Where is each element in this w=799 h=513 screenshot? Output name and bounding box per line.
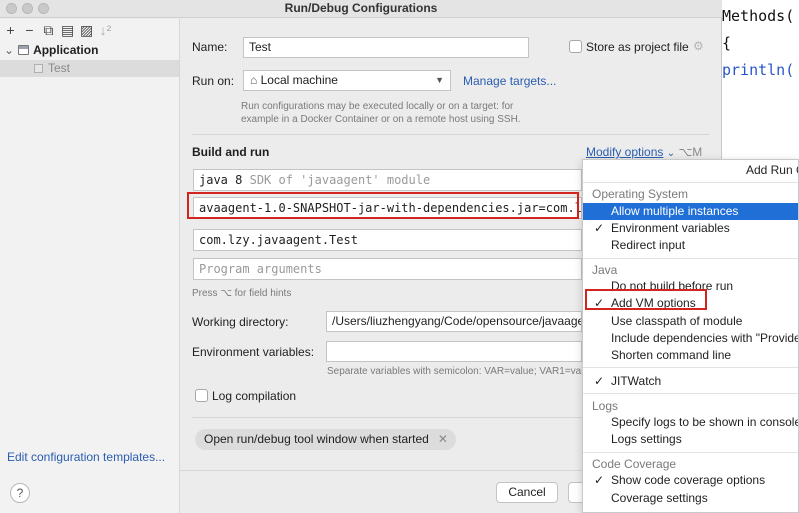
code-line: Methods( — [722, 7, 795, 25]
edit-configuration-templates-link[interactable]: Edit configuration templates... — [7, 450, 165, 464]
main-class-field[interactable]: com.lzy.javaagent.Test — [193, 229, 582, 251]
close-icon[interactable]: ✕ — [438, 432, 448, 446]
menu-item-label: Shorten command line — [611, 348, 732, 362]
menu-item-label: Include dependencies with "Provide — [611, 331, 799, 345]
copy-icon[interactable]: ⧉ — [42, 23, 55, 37]
menu-item-label: Show code coverage options — [611, 473, 766, 487]
log-compilation-label: Log compilation — [212, 389, 297, 403]
divider — [583, 367, 798, 368]
check-icon: ✓ — [594, 473, 605, 487]
environment-variables-field[interactable] — [326, 341, 582, 362]
name-label: Name: — [192, 40, 228, 54]
modify-options-shortcut: ⌥M — [678, 145, 703, 159]
menu-item-show-coverage-options[interactable]: ✓ Show code coverage options — [583, 472, 798, 489]
environment-variables-hint: Separate variables with semicolon: VAR=v… — [327, 366, 582, 377]
sidebar-toolbar: + − ⧉ ▤ ▨ ↓² — [0, 19, 179, 41]
chevron-down-icon[interactable]: ⌄ — [4, 43, 14, 57]
menu-item-label: Specify logs to be shown in console — [611, 415, 799, 429]
move-to-folder-icon[interactable]: ▨ — [80, 23, 93, 37]
working-directory-field[interactable]: /Users/liuzhengyang/Code/opensource/java… — [326, 311, 582, 332]
group-operating-system: Operating System — [592, 187, 689, 201]
menu-item-redirect-input[interactable]: Redirect input — [583, 237, 798, 254]
divider — [583, 182, 798, 183]
save-icon[interactable]: ▤ — [61, 23, 74, 37]
working-directory-label: Working directory: — [192, 315, 289, 329]
open-tool-window-option-chip[interactable]: Open run/debug tool window when started ✕ — [195, 429, 456, 450]
store-as-project-file-checkbox[interactable] — [569, 40, 582, 53]
divider — [192, 417, 582, 418]
jdk-value: java 8 — [199, 173, 243, 187]
divider — [583, 452, 798, 453]
run-on-hint: Run configurations may be executed local… — [241, 101, 521, 125]
group-logs: Logs — [592, 399, 619, 413]
window-title: Run/Debug Configurations — [284, 1, 438, 15]
help-button[interactable]: ? — [10, 483, 30, 503]
menu-item-shorten-command-line[interactable]: Shorten command line — [583, 347, 798, 364]
tree-group-application[interactable]: ⌄ Application — [4, 42, 98, 59]
check-icon: ✓ — [594, 221, 605, 235]
tree-group-label: Application — [33, 43, 99, 57]
jdk-selector[interactable]: java 8 SDK of 'javaagent' module — [193, 169, 582, 191]
menu-item-specify-logs[interactable]: Specify logs to be shown in console — [583, 414, 799, 431]
modify-options-link[interactable]: Modify options ⌄ ⌥M — [586, 145, 702, 159]
field-hints-text: Press ⌥ for field hints — [192, 288, 292, 299]
menu-item-label: Use classpath of module — [611, 314, 743, 328]
add-run-options-popup: Add Run Opti Operating System Allow mult… — [582, 159, 799, 513]
divider — [583, 258, 798, 259]
divider — [583, 393, 798, 394]
jdk-hint: SDK of 'javaagent' module — [249, 173, 431, 187]
menu-item-label: Coverage settings — [611, 491, 708, 505]
application-icon — [18, 45, 30, 55]
run-on-dropdown[interactable]: ⌂ Local machine ▼ — [243, 70, 451, 91]
code-line: { — [722, 34, 732, 52]
divider — [192, 134, 709, 135]
chevron-down-icon: ⌄ — [666, 148, 676, 159]
configuration-icon — [34, 64, 43, 73]
menu-item-include-dependencies[interactable]: Include dependencies with "Provide — [583, 330, 799, 347]
menu-item-jitwatch[interactable]: ✓ JITWatch — [583, 373, 798, 390]
menu-item-logs-settings[interactable]: Logs settings — [583, 431, 798, 448]
add-icon[interactable]: + — [4, 23, 17, 37]
menu-item-label: Environment variables — [611, 221, 730, 235]
name-field[interactable]: Test — [243, 37, 529, 58]
code-line: println( — [722, 61, 795, 79]
chip-label: Open run/debug tool window when started — [204, 432, 429, 446]
menu-item-label: Allow multiple instances — [611, 204, 739, 218]
menu-item-use-classpath[interactable]: Use classpath of module — [583, 313, 798, 330]
program-arguments-field[interactable]: Program arguments — [193, 258, 582, 280]
run-on-label: Run on: — [192, 74, 235, 88]
environment-variables-label: Environment variables: — [192, 345, 315, 359]
modify-options-label: Modify options — [586, 145, 664, 159]
add-vm-options-highlight — [585, 289, 707, 310]
title-bar: Run/Debug Configurations — [0, 0, 722, 18]
run-on-value: Local machine — [260, 73, 338, 87]
menu-item-label: JITWatch — [611, 374, 662, 388]
group-java: Java — [592, 263, 618, 277]
menu-item-allow-multiple-instances[interactable]: Allow multiple instances — [583, 203, 798, 220]
configurations-sidebar: + − ⧉ ▤ ▨ ↓² ⌄ Application Test Edit conf… — [0, 19, 180, 513]
program-arguments-placeholder: Program arguments — [199, 262, 322, 276]
dropdown-arrow-icon: ▼ — [435, 75, 444, 85]
sort-icon[interactable]: ↓² — [99, 23, 112, 37]
build-and-run-heading: Build and run — [192, 145, 270, 159]
gear-icon[interactable]: ⚙ — [693, 39, 704, 53]
menu-item-coverage-settings[interactable]: Coverage settings — [583, 490, 798, 507]
popup-title: Add Run Opti — [745, 163, 798, 177]
tree-item-test[interactable]: Test — [0, 60, 179, 77]
remove-icon[interactable]: − — [23, 23, 36, 37]
divider — [180, 470, 582, 471]
home-icon: ⌂ — [250, 73, 258, 87]
log-compilation-checkbox[interactable] — [195, 389, 208, 402]
menu-item-environment-variables[interactable]: ✓ Environment variables — [583, 220, 798, 237]
check-icon: ✓ — [594, 374, 605, 388]
cancel-button[interactable]: Cancel — [496, 482, 558, 503]
store-as-project-file-label: Store as project file — [586, 40, 689, 54]
manage-targets-link[interactable]: Manage targets... — [463, 74, 556, 88]
group-code-coverage: Code Coverage — [592, 457, 677, 471]
vm-options-highlight — [187, 192, 579, 219]
menu-item-label: Logs settings — [611, 432, 682, 446]
menu-item-label: Redirect input — [611, 238, 686, 252]
tree-item-label: Test — [48, 61, 71, 75]
